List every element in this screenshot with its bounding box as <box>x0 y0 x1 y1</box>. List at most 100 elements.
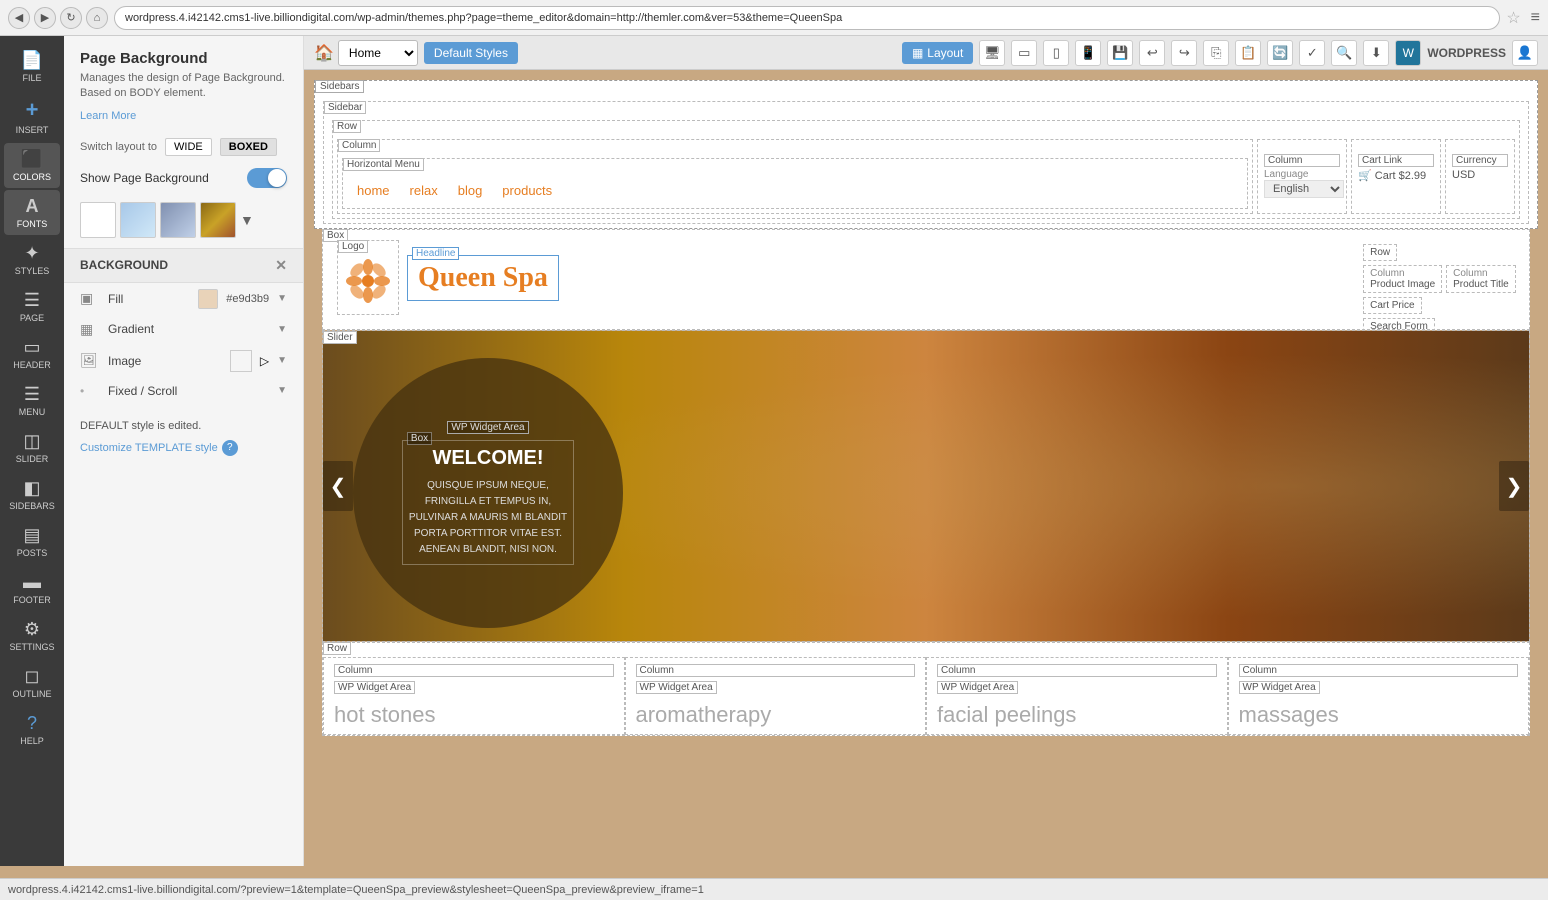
sidebar-item-footer[interactable]: ▬ FOOTER <box>4 566 60 611</box>
language-label: Language <box>1264 169 1340 180</box>
nav-link-products[interactable]: products <box>502 183 552 198</box>
section-close-icon[interactable]: ✕ <box>275 257 287 274</box>
save-button[interactable]: 💾 <box>1107 40 1133 66</box>
copy-button[interactable]: ⎘ <box>1203 40 1229 66</box>
download-button[interactable]: ⬇ <box>1363 40 1389 66</box>
image-label: Image <box>108 354 222 368</box>
mobile-button[interactable]: 📱 <box>1075 40 1101 66</box>
wordpress-wp-button[interactable]: W <box>1395 40 1421 66</box>
fill-dropdown-arrow[interactable]: ▼ <box>277 293 287 304</box>
sidebar-file-label: FILE <box>22 73 41 83</box>
tablet-landscape-button[interactable]: ▭ <box>1011 40 1037 66</box>
product-row: Row <box>1363 244 1521 261</box>
product-col-tag: Column <box>1370 268 1435 279</box>
sidebar-sidebars-label: SIDEBARS <box>9 501 55 511</box>
slider-next-button[interactable]: ❯ <box>1499 461 1529 511</box>
tablet-portrait-button[interactable]: ▯ <box>1043 40 1069 66</box>
outline-icon: ◻ <box>25 666 40 687</box>
swatch-texture[interactable] <box>200 202 236 238</box>
settings-icon: ⚙ <box>24 619 40 640</box>
sidebar-item-settings[interactable]: ⚙ SETTINGS <box>4 613 60 658</box>
nav-link-relax[interactable]: relax <box>410 183 438 198</box>
page-icon: ☰ <box>24 290 40 311</box>
show-bg-row: Show Page Background <box>64 162 303 198</box>
refresh-button[interactable]: ↻ <box>60 7 82 29</box>
home-button[interactable]: ⌂ <box>86 7 108 29</box>
default-styles-button[interactable]: Default Styles <box>424 42 518 64</box>
toggle-knob <box>268 169 286 187</box>
sidebar-item-sidebars[interactable]: ◧ SIDEBARS <box>4 472 60 517</box>
sidebar-item-fonts[interactable]: A FONTS <box>4 190 60 235</box>
show-bg-toggle[interactable] <box>247 168 287 188</box>
redo-button[interactable]: ↪ <box>1171 40 1197 66</box>
refresh-preview-button[interactable]: 🔄 <box>1267 40 1293 66</box>
fill-color-value: #e9d3b9 <box>226 293 269 305</box>
learn-more-link[interactable]: Learn More <box>64 110 303 132</box>
fill-row: ▣ Fill #e9d3b9 ▼ <box>64 283 303 315</box>
sidebar-item-styles[interactable]: ✦ STYLES <box>4 237 60 282</box>
panel-description: Manages the design of Page Background. B… <box>64 71 303 110</box>
zoom-button[interactable]: 🔍 <box>1331 40 1357 66</box>
service-col-3-tag: Column <box>937 664 1217 677</box>
swatch-blue2[interactable] <box>160 202 196 238</box>
sidebar-item-slider[interactable]: ◫ SLIDER <box>4 425 60 470</box>
account-button[interactable]: 👤 <box>1512 40 1538 66</box>
nav-link-blog[interactable]: blog <box>458 183 483 198</box>
wp-logo: W <box>1403 46 1414 60</box>
help-badge: ? <box>222 440 238 456</box>
sidebar-item-help[interactable]: ? HELP <box>4 707 60 752</box>
headline-container: Headline Queen Spa <box>407 255 559 301</box>
help-icon: ? <box>27 713 37 734</box>
gradient-row: ▦ Gradient ▼ <box>64 315 303 344</box>
sidebar-item-file[interactable]: 📄 FILE <box>4 44 60 89</box>
bookmark-star[interactable]: ☆ <box>1506 8 1520 28</box>
slider-prev-button[interactable]: ❮ <box>323 461 353 511</box>
row-tag: Row <box>333 120 361 133</box>
sidebar-item-menu[interactable]: ☰ MENU <box>4 378 60 423</box>
sidebar-item-outline[interactable]: ◻ OUTLINE <box>4 660 60 705</box>
language-select[interactable]: English <box>1264 180 1344 198</box>
sidebars-icon: ◧ <box>23 478 40 499</box>
sidebar-posts-label: POSTS <box>17 548 48 558</box>
swatch-blue[interactable] <box>120 202 156 238</box>
sidebar-insert-label: INSERT <box>16 125 49 135</box>
layout-button[interactable]: ▦ Layout <box>902 42 973 64</box>
service-col-1-tag: Column <box>334 664 614 677</box>
service-widget-3: WP Widget Area <box>937 681 1018 694</box>
customize-template-label: Customize TEMPLATE style <box>80 442 218 454</box>
undo-button[interactable]: ↩ <box>1139 40 1165 66</box>
wide-button[interactable]: WIDE <box>165 138 212 156</box>
browser-menu[interactable]: ≡ <box>1531 9 1540 27</box>
styles-icon: ✦ <box>24 243 39 264</box>
fixed-scroll-dropdown[interactable]: ▼ <box>277 385 287 396</box>
sidebar-menu-label: MENU <box>19 407 46 417</box>
sidebar-help-label: HELP <box>20 736 44 746</box>
gradient-dropdown-arrow[interactable]: ▼ <box>277 324 287 335</box>
sidebar-inner: Sidebar Row Column Horizontal Menu <box>323 101 1529 224</box>
check-button[interactable]: ✓ <box>1299 40 1325 66</box>
boxed-button[interactable]: BOXED <box>220 138 277 156</box>
default-edited-text: DEFAULT style is edited. <box>64 412 303 440</box>
image-preview[interactable] <box>230 350 252 372</box>
bottom-cols: Column WP Widget Area hot stones Column … <box>323 657 1529 735</box>
customize-template-link[interactable]: Customize TEMPLATE style ? <box>64 440 303 460</box>
sidebar-item-page[interactable]: ☰ PAGE <box>4 284 60 329</box>
url-bar[interactable] <box>114 6 1500 30</box>
sidebar-item-colors[interactable]: ⬛ COLORS <box>4 143 60 188</box>
sidebar-item-posts[interactable]: ▤ POSTS <box>4 519 60 564</box>
swatch-white[interactable] <box>80 202 116 238</box>
page-selector[interactable]: Home <box>338 40 418 66</box>
desktop-view-button[interactable]: 🖥 <box>979 40 1005 66</box>
image-dropdown-arrow[interactable]: ▼ <box>277 355 287 366</box>
sidebar-item-header[interactable]: ▭ HEADER <box>4 331 60 376</box>
switch-layout-label: Switch layout to <box>80 141 157 153</box>
sidebars-tag: Sidebars <box>315 80 364 93</box>
back-button[interactable]: ◀ <box>8 7 30 29</box>
nav-link-home[interactable]: home <box>357 183 390 198</box>
fill-color-swatch[interactable] <box>198 289 218 309</box>
swatch-arrow[interactable]: ▼ <box>240 212 254 228</box>
file-icon: 📄 <box>21 50 43 71</box>
forward-button[interactable]: ▶ <box>34 7 56 29</box>
sidebar-item-insert[interactable]: + INSERT <box>4 91 60 141</box>
paste-button[interactable]: 📋 <box>1235 40 1261 66</box>
